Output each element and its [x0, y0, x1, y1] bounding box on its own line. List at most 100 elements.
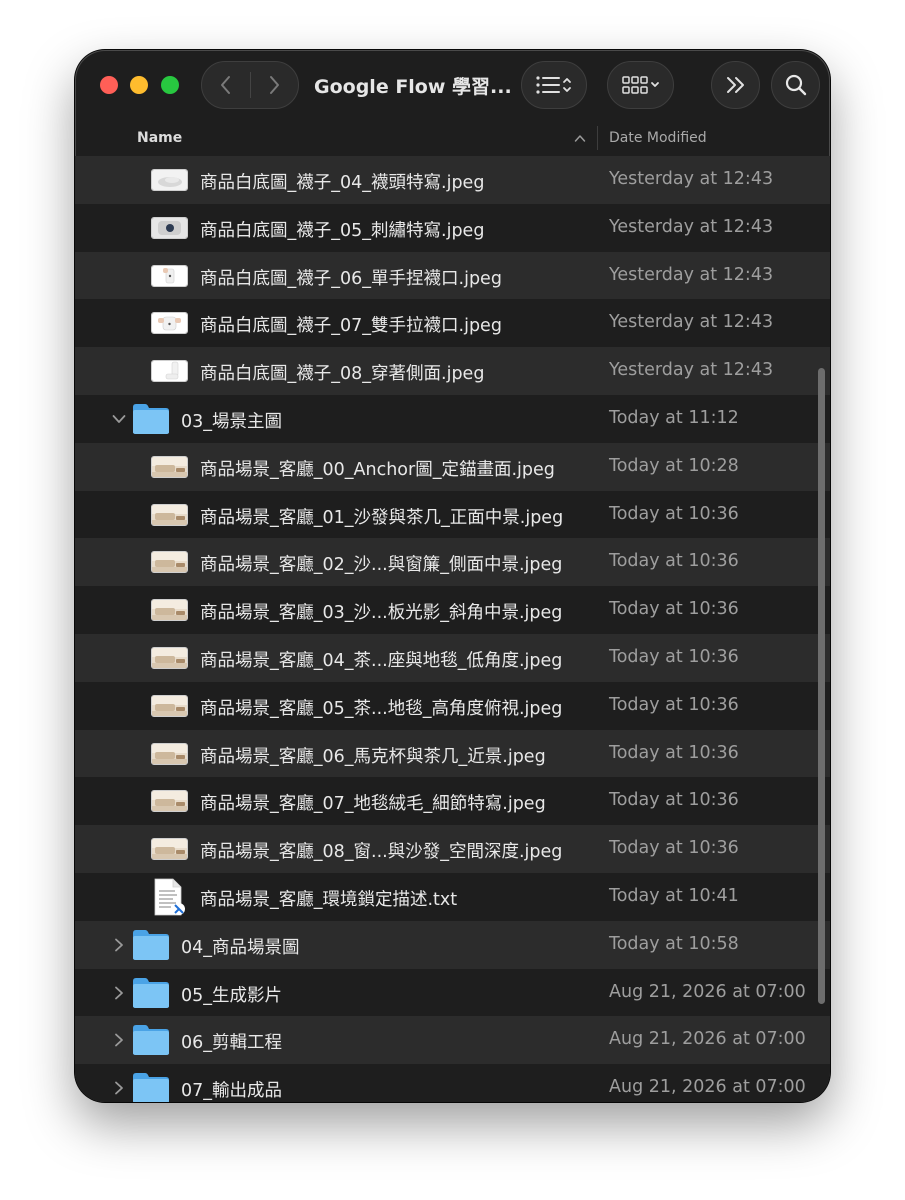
close-window-button[interactable] [100, 76, 118, 94]
item-name: 商品白底圖_襪子_07_雙手拉襪口.jpeg [200, 316, 502, 337]
item-name: 商品場景_客廳_05_茶...地毯_高角度俯視.jpeg [200, 698, 563, 719]
image-thumbnail-icon [151, 838, 188, 861]
finder-window: Google Flow 學習... Name Date Modified 商品白… [75, 50, 830, 1102]
file-row[interactable]: 商品場景_客廳_04_茶...座與地毯_低角度.jpeg Today at 10:… [75, 633, 830, 682]
item-date-modified: Yesterday at 12:43 [609, 360, 774, 381]
file-row[interactable]: 商品場景_客廳_05_茶...地毯_高角度俯視.jpeg Today at 10:… [75, 681, 830, 730]
item-name: 05_生成影片 [181, 985, 283, 1006]
back-forward-control [201, 61, 299, 109]
image-thumbnail-icon [151, 216, 188, 239]
item-name: 商品場景_客廳_07_地毯絨毛_細節特寫.jpeg [200, 794, 546, 815]
disclosure-chevron-down-icon[interactable] [111, 411, 127, 427]
item-date-modified: Today at 10:58 [609, 933, 739, 954]
disclosure-chevron-right-icon[interactable] [111, 1032, 127, 1048]
image-thumbnail-icon [151, 694, 188, 717]
folder-icon [131, 928, 171, 962]
image-thumbnail-icon [151, 455, 188, 478]
item-date-modified: Aug 21, 2026 at 07:00 [609, 981, 806, 1002]
folder-icon [131, 402, 171, 436]
item-name: 03_場景主圖 [181, 411, 283, 432]
toolbar: Google Flow 學習... [75, 50, 830, 122]
file-row[interactable]: 商品場景_客廳_07_地毯絨毛_細節特寫.jpeg Today at 10:36 [75, 777, 830, 826]
item-name: 商品場景_客廳_08_窗...與沙發_空間深度.jpeg [200, 842, 563, 863]
item-date-modified: Aug 21, 2026 at 07:00 [609, 1029, 806, 1050]
chevron-left-icon [220, 76, 230, 94]
file-row[interactable]: 商品場景_客廳_02_沙...與窗簾_側面中景.jpeg Today at 10:… [75, 538, 830, 587]
file-row[interactable]: 商品場景_客廳_00_Anchor圖_定錨畫面.jpeg Today at 10:… [75, 442, 830, 491]
list-view-icon [536, 76, 571, 94]
item-date-modified: Today at 10:41 [609, 885, 739, 906]
folder-row[interactable]: 04_商品場景圖 Today at 10:58 [75, 920, 830, 969]
zoom-window-button[interactable] [161, 76, 179, 94]
item-name: 商品場景_客廳_02_沙...與窗簾_側面中景.jpeg [200, 555, 563, 576]
item-date-modified: Yesterday at 12:43 [609, 264, 774, 285]
item-date-modified: Yesterday at 12:43 [609, 312, 774, 333]
item-date-modified: Today at 10:36 [609, 694, 739, 715]
item-name: 07_輸出成品 [181, 1081, 283, 1102]
file-row[interactable]: 商品場景_客廳_環境鎖定描述.txt Today at 10:41 [75, 872, 830, 921]
file-row[interactable]: 商品白底圖_襪子_05_刺繡特寫.jpeg Yesterday at 12:43 [75, 203, 830, 252]
image-thumbnail-icon [151, 503, 188, 526]
file-row[interactable]: 商品場景_客廳_01_沙發與茶几_正面中景.jpeg Today at 10:36 [75, 490, 830, 539]
file-row[interactable]: 商品場景_客廳_06_馬克杯與茶几_近景.jpeg Today at 10:36 [75, 729, 830, 778]
image-thumbnail-icon [151, 264, 188, 287]
folder-icon [131, 976, 171, 1010]
item-name: 商品場景_客廳_04_茶...座與地毯_低角度.jpeg [200, 650, 563, 671]
vertical-scrollbar[interactable] [818, 368, 825, 1004]
item-name: 商品場景_客廳_環境鎖定描述.txt [200, 889, 458, 910]
item-name: 商品場景_客廳_03_沙...板光影_斜角中景.jpeg [200, 603, 563, 624]
item-name: 商品場景_客廳_00_Anchor圖_定錨畫面.jpeg [200, 459, 555, 480]
item-name: 04_商品場景圖 [181, 937, 300, 958]
search-button[interactable] [771, 61, 820, 109]
double-chevron-right-icon [726, 77, 744, 93]
image-thumbnail-icon [151, 360, 188, 383]
file-row[interactable]: 商品場景_客廳_08_窗...與沙發_空間深度.jpeg Today at 10:… [75, 825, 830, 873]
sort-ascending-icon[interactable] [574, 133, 586, 143]
back-button[interactable] [202, 62, 250, 108]
item-name: 商品白底圖_襪子_04_襪頭特寫.jpeg [200, 173, 485, 193]
view-options-button[interactable] [521, 61, 587, 109]
more-toolbar-items-button[interactable] [711, 61, 760, 109]
group-options-button[interactable] [607, 61, 674, 109]
file-row[interactable]: 商品白底圖_襪子_04_襪頭特寫.jpeg Yesterday at 12:43 [75, 156, 830, 204]
folder-icon [131, 1071, 171, 1102]
disclosure-chevron-right-icon[interactable] [111, 1080, 127, 1096]
folder-row[interactable]: 03_場景主圖 Today at 11:12 [75, 394, 830, 443]
image-thumbnail-icon [151, 646, 188, 669]
item-name: 商品白底圖_襪子_08_穿著側面.jpeg [200, 364, 485, 385]
name-column-header[interactable]: Name [137, 130, 182, 146]
minimize-window-button[interactable] [130, 76, 148, 94]
item-date-modified: Today at 10:36 [609, 503, 739, 524]
image-thumbnail-icon [151, 742, 188, 765]
disclosure-chevron-right-icon[interactable] [111, 937, 127, 953]
item-date-modified: Today at 10:36 [609, 551, 739, 572]
file-row[interactable]: 商品白底圖_襪子_07_雙手拉襪口.jpeg Yesterday at 12:43 [75, 299, 830, 348]
search-icon [785, 74, 806, 96]
folder-row[interactable]: 06_剪輯工程 Aug 21, 2026 at 07:00 [75, 1016, 830, 1065]
item-date-modified: Yesterday at 12:43 [609, 216, 774, 237]
item-date-modified: Aug 21, 2026 at 07:00 [609, 1077, 806, 1098]
forward-button[interactable] [250, 62, 298, 108]
disclosure-chevron-right-icon[interactable] [111, 985, 127, 1001]
folder-icon [131, 1023, 171, 1057]
item-date-modified: Yesterday at 12:43 [609, 169, 774, 189]
item-date-modified: Today at 10:36 [609, 599, 739, 620]
item-date-modified: Today at 10:36 [609, 742, 739, 763]
file-list: 商品白底圖_襪子_04_襪頭特寫.jpeg Yesterday at 12:43 商… [75, 156, 830, 1102]
folder-row[interactable]: 05_生成影片 Aug 21, 2026 at 07:00 [75, 968, 830, 1017]
file-row[interactable]: 商品白底圖_襪子_06_單手捏襪口.jpeg Yesterday at 12:43 [75, 251, 830, 300]
image-thumbnail-icon [151, 790, 188, 813]
image-thumbnail-icon [151, 312, 188, 335]
file-row[interactable]: 商品白底圖_襪子_08_穿著側面.jpeg Yesterday at 12:43 [75, 347, 830, 395]
item-name: 06_剪輯工程 [181, 1033, 283, 1054]
file-row[interactable]: 商品場景_客廳_03_沙...板光影_斜角中景.jpeg Today at 10:… [75, 586, 830, 634]
item-name: 商品白底圖_襪子_06_單手捏襪口.jpeg [200, 268, 502, 289]
item-date-modified: Today at 11:12 [609, 407, 739, 428]
item-name: 商品場景_客廳_01_沙發與茶几_正面中景.jpeg [200, 507, 564, 528]
text-document-icon [153, 878, 187, 916]
column-header: Name Date Modified [75, 122, 830, 156]
folder-row[interactable]: 07_輸出成品 Aug 21, 2026 at 07:00 [75, 1064, 830, 1102]
date-modified-column-header[interactable]: Date Modified [609, 130, 707, 146]
column-separator [597, 126, 598, 150]
item-date-modified: Today at 10:28 [609, 455, 739, 476]
